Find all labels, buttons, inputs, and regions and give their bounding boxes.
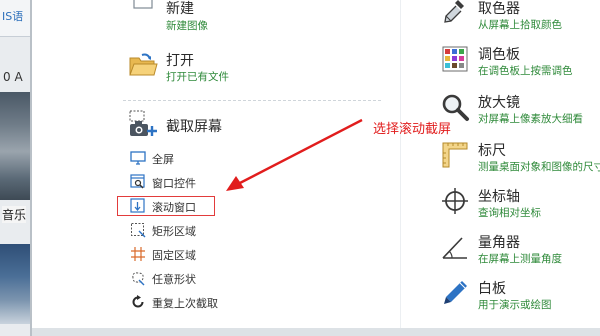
capture-window-control-label: 窗口控件 — [152, 177, 196, 190]
background-window-line — [0, 36, 30, 37]
menu-item-open[interactable]: 打开 打开已有文件 — [128, 50, 328, 86]
menu-item-color-picker[interactable]: 取色器 从屏幕上拾取颜色 — [440, 0, 590, 34]
annotation-text: 选择滚动截屏 — [373, 122, 452, 137]
whiteboard-subtitle: 用于演示或绘图 — [478, 299, 552, 311]
background-window: IS语 0 A 音乐 — [0, 0, 30, 336]
menu-item-coordinate-axis[interactable]: 坐标轴 查询相对坐标 — [440, 186, 590, 222]
capture-rectangle-label: 矩形区域 — [152, 225, 196, 238]
menu-item-capture-screen[interactable]: 截取屏幕 — [128, 110, 328, 142]
background-window-title: IS语 — [2, 10, 24, 23]
menu-item-protractor[interactable]: 量角器 在屏幕上测量角度 — [440, 232, 590, 268]
capture-fixed-region-label: 固定区域 — [152, 249, 196, 262]
background-window-music-label: 音乐 — [2, 206, 27, 223]
capture-repeat-last[interactable]: 重复上次截取 — [130, 293, 290, 311]
color-picker-subtitle: 从屏幕上拾取颜色 — [478, 19, 562, 31]
folder-open-icon — [129, 53, 158, 76]
palette-subtitle: 在调色板上按需调色 — [478, 65, 573, 77]
palette-icon — [442, 46, 468, 72]
palette-title: 调色板 — [478, 47, 520, 63]
monitor-icon — [130, 151, 146, 165]
coordinate-axis-title: 坐标轴 — [478, 189, 520, 205]
protractor-icon — [442, 237, 467, 259]
eyedropper-icon — [444, 0, 464, 23]
new-image-icon — [133, 0, 153, 9]
pen-icon — [444, 281, 467, 304]
menu-item-open-subtitle: 打开已有文件 — [166, 71, 229, 83]
whiteboard-title: 白板 — [478, 281, 506, 297]
menu-bottom-bar — [32, 328, 600, 336]
capture-repeat-last-label: 重复上次截取 — [152, 297, 218, 310]
menu-item-palette[interactable]: 调色板 在调色板上按需调色 — [440, 44, 590, 80]
capture-freeform-label: 任意形状 — [152, 273, 196, 286]
capture-fixed-region[interactable]: 固定区域 — [130, 245, 270, 263]
ruler-title: 标尺 — [478, 143, 506, 159]
crosshair-icon — [442, 188, 468, 214]
column-divider — [400, 0, 401, 328]
camera-plus-icon — [129, 110, 157, 136]
menu-item-open-title: 打开 — [166, 53, 194, 69]
ruler-subtitle: 测量桌面对象和图像的尺寸 — [478, 161, 600, 173]
magnifier-subtitle: 对屏幕上像素放大细看 — [478, 113, 583, 125]
background-window-text: 0 A — [3, 70, 23, 84]
capture-fullscreen-label: 全屏 — [152, 153, 174, 166]
color-picker-title: 取色器 — [478, 1, 520, 17]
protractor-subtitle: 在屏幕上测量角度 — [478, 253, 562, 265]
background-window-photo — [0, 92, 30, 200]
menu-item-capture-title: 截取屏幕 — [166, 119, 222, 135]
magnifier-title: 放大镜 — [478, 95, 520, 111]
menu-item-new-subtitle: 新建图像 — [166, 20, 208, 32]
freeform-icon — [132, 272, 145, 286]
window-search-icon — [130, 174, 145, 189]
repeat-icon — [132, 295, 144, 308]
menu-item-new[interactable]: 新建 新建图像 — [128, 0, 328, 34]
capture-freeform[interactable]: 任意形状 — [130, 269, 270, 287]
menu-item-whiteboard[interactable]: 白板 用于演示或绘图 — [440, 278, 590, 314]
capture-rectangle[interactable]: 矩形区域 — [130, 221, 270, 239]
coordinate-axis-subtitle: 查询相对坐标 — [478, 207, 541, 219]
section-separator — [123, 100, 381, 101]
rectangle-select-icon — [131, 223, 146, 238]
background-window-photo-2 — [0, 244, 30, 324]
menu-item-magnifier[interactable]: 放大镜 对屏幕上像素放大细看 — [440, 92, 600, 128]
protractor-title: 量角器 — [478, 235, 520, 251]
capture-window-control[interactable]: 窗口控件 — [130, 173, 270, 191]
scroll-window-highlight-box — [117, 196, 215, 216]
menu-item-ruler[interactable]: 标尺 测量桌面对象和图像的尺寸 — [440, 140, 600, 176]
grid-icon — [131, 247, 145, 261]
menu-item-new-title: 新建 — [166, 1, 194, 17]
capture-fullscreen[interactable]: 全屏 — [130, 149, 270, 167]
ruler-icon — [442, 142, 468, 168]
